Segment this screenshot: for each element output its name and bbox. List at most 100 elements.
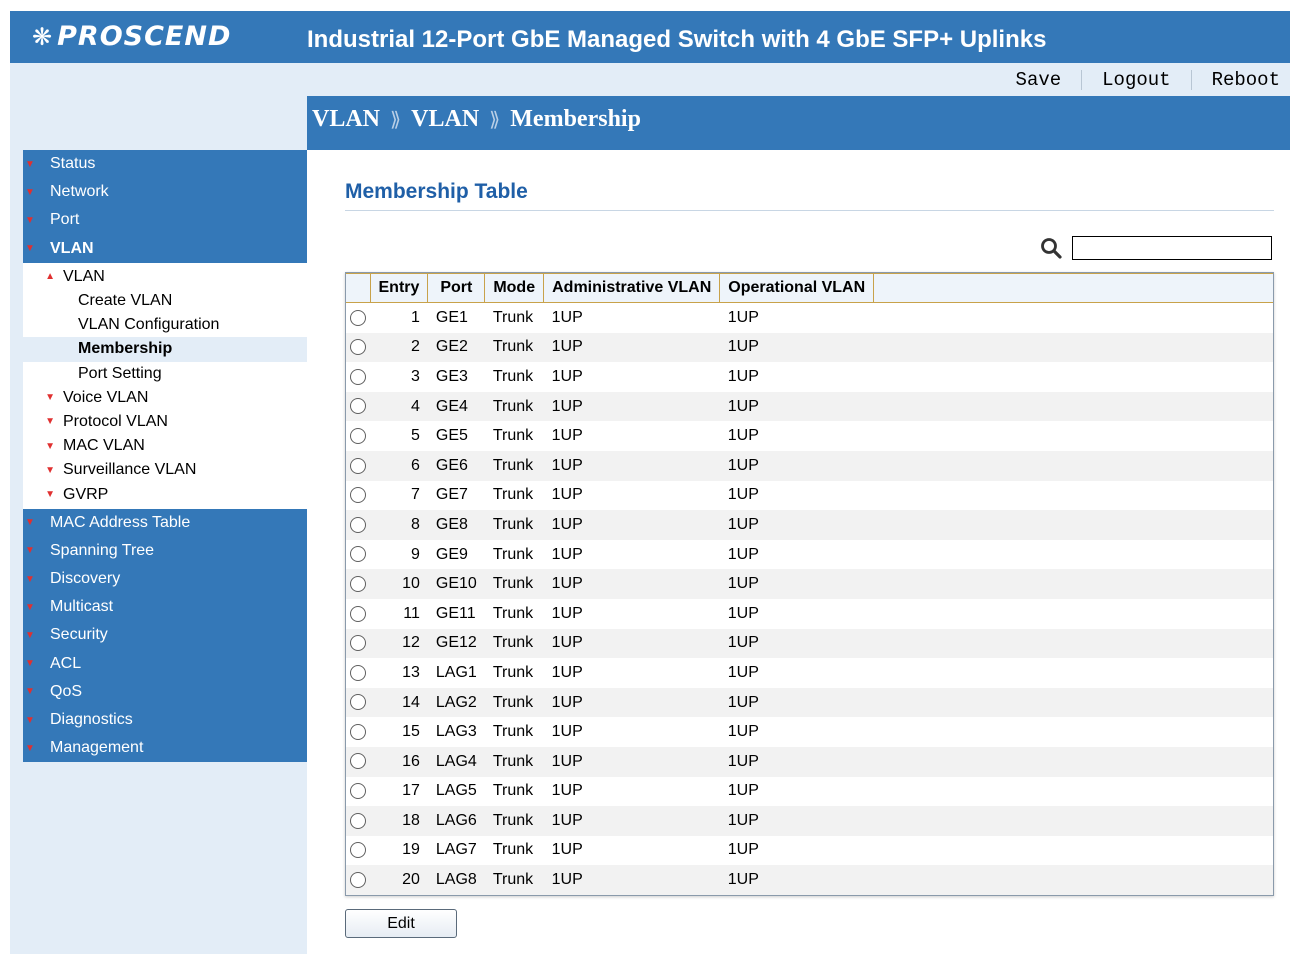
column-header-mode[interactable]: Mode — [484, 273, 545, 303]
table-row[interactable]: 20 LAG8 Trunk 1UP 1UP — [346, 865, 1273, 895]
row-radio-button[interactable] — [350, 546, 366, 563]
row-radio-button[interactable] — [350, 575, 366, 592]
sidebar-subitem-gvrp[interactable]: ▼ GVRP — [23, 482, 307, 506]
table-row[interactable]: 15 LAG3 Trunk 1UP 1UP — [346, 717, 1273, 747]
sidebar: ▼ Status ▼ Network ▼ Port ▼ VLAN ▲ VLAN Creat… — [23, 150, 307, 763]
logout-link[interactable]: Logout — [1102, 69, 1170, 91]
cell-mode: Trunk — [492, 604, 534, 622]
sidebar-leaf-port-setting[interactable]: Port Setting — [23, 362, 307, 386]
row-radio-button[interactable] — [350, 812, 366, 829]
sidebar-subitem-mac-vlan[interactable]: ▼ MAC VLAN — [23, 434, 307, 458]
sidebar-item-label: MAC Address Table — [50, 513, 191, 531]
table-row[interactable]: 4 GE4 Trunk 1UP 1UP — [346, 391, 1273, 422]
table-row[interactable]: 6 GE6 Trunk 1UP 1UP — [346, 450, 1273, 481]
row-select-cell — [346, 865, 370, 895]
table-header-row: Entry Port Mode Administrative VLAN Oper… — [346, 273, 1273, 303]
cell-administrative-vlan: 1UP — [543, 450, 720, 481]
table-row[interactable]: 2 GE2 Trunk 1UP 1UP — [346, 332, 1273, 363]
sidebar-item-multicast[interactable]: ▼ Multicast — [23, 593, 307, 622]
row-radio-button[interactable] — [350, 871, 366, 888]
column-header-operational-vlan[interactable]: Operational VLAN — [719, 273, 875, 303]
row-radio-button[interactable] — [350, 457, 366, 474]
table-row[interactable]: 8 GE8 Trunk 1UP 1UP — [346, 510, 1273, 540]
cell-administrative-vlan: 1UP — [543, 332, 720, 363]
sidebar-subitem-vlan[interactable]: ▲ VLAN — [23, 265, 307, 289]
table-row[interactable]: 11 GE11 Trunk 1UP 1UP — [346, 599, 1273, 629]
sidebar-item-diagnostics[interactable]: ▼ Diagnostics — [23, 705, 307, 735]
row-radio-button[interactable] — [350, 664, 366, 681]
table-row[interactable]: 12 GE12 Trunk 1UP 1UP — [346, 628, 1273, 659]
search-input[interactable] — [1072, 236, 1272, 260]
row-select-cell — [346, 599, 370, 629]
cell-entry: 11 — [403, 604, 420, 622]
sidebar-item-acl[interactable]: ▼ ACL — [23, 649, 307, 678]
table-row[interactable]: 10 GE10 Trunk 1UP 1UP — [346, 569, 1273, 599]
sidebar-subitem-protocol-vlan[interactable]: ▼ Protocol VLAN — [23, 410, 307, 434]
row-radio-button[interactable] — [350, 605, 366, 622]
sidebar-item-label: Diagnostics — [50, 711, 133, 729]
save-link[interactable]: Save — [1016, 69, 1062, 91]
chevron-right-icon: ⟫ — [390, 109, 402, 131]
sidebar-item-spanning-tree[interactable]: ▼ Spanning Tree — [23, 536, 307, 565]
table-row[interactable]: 3 GE3 Trunk 1UP 1UP — [346, 362, 1273, 392]
row-radio-button[interactable] — [350, 339, 366, 356]
sidebar-leaf-create-vlan[interactable]: Create VLAN — [23, 289, 307, 313]
search-icon[interactable] — [1039, 236, 1063, 260]
row-select-cell — [346, 717, 370, 747]
sidebar-item-security[interactable]: ▼ Security — [23, 621, 307, 650]
table-row[interactable]: 17 LAG5 Trunk 1UP 1UP — [346, 777, 1273, 807]
row-radio-button[interactable] — [350, 368, 366, 385]
sidebar-leaf-membership[interactable]: Membership — [23, 337, 307, 362]
table-row[interactable]: 19 LAG7 Trunk 1UP 1UP — [346, 836, 1273, 866]
chevron-down-icon: ▼ — [45, 464, 55, 476]
row-radio-button[interactable] — [350, 427, 366, 444]
row-select-cell — [346, 569, 370, 599]
cell-entry: 17 — [402, 782, 420, 800]
row-select-cell — [346, 303, 370, 333]
sidebar-item-qos[interactable]: ▼ QoS — [23, 677, 307, 706]
edit-button[interactable]: Edit — [345, 909, 457, 938]
row-radio-button[interactable] — [350, 516, 366, 533]
sidebar-subitem-surveillance-vlan[interactable]: ▼ Surveillance VLAN — [23, 458, 307, 482]
breadcrumb-item: VLAN — [312, 106, 381, 132]
page-title: Membership Table — [345, 180, 528, 203]
table-row[interactable]: 13 LAG1 Trunk 1UP 1UP — [346, 658, 1273, 688]
row-radio-button[interactable] — [350, 783, 366, 800]
table-row[interactable]: 16 LAG4 Trunk 1UP 1UP — [346, 746, 1273, 777]
sidebar-item-status[interactable]: ▼ Status — [23, 150, 307, 179]
cell-port: LAG5 — [435, 782, 477, 800]
sidebar-leaf-vlan-configuration[interactable]: VLAN Configuration — [23, 313, 307, 337]
cell-operational-vlan: 1UP — [719, 332, 874, 363]
row-radio-button[interactable] — [350, 694, 366, 711]
table-row[interactable]: 5 GE5 Trunk 1UP 1UP — [346, 421, 1273, 451]
column-header-administrative-vlan[interactable]: Administrative VLAN — [543, 273, 721, 303]
row-radio-button[interactable] — [350, 309, 366, 326]
cell-filler — [873, 450, 1273, 481]
table-row[interactable]: 14 LAG2 Trunk 1UP 1UP — [346, 687, 1273, 718]
sidebar-subitem-voice-vlan[interactable]: ▼ Voice VLAN — [23, 386, 307, 410]
row-select-cell — [346, 687, 370, 718]
sidebar-item-vlan[interactable]: ▼ VLAN — [23, 234, 307, 263]
row-radio-button[interactable] — [350, 842, 366, 859]
row-radio-button[interactable] — [350, 753, 366, 770]
table-row[interactable]: 7 GE7 Trunk 1UP 1UP — [346, 481, 1273, 511]
column-header-port[interactable]: Port — [427, 273, 486, 303]
row-radio-button[interactable] — [350, 723, 366, 740]
table-row[interactable]: 9 GE9 Trunk 1UP 1UP — [346, 540, 1273, 570]
cell-administrative-vlan: 1UP — [543, 865, 720, 895]
row-radio-button[interactable] — [350, 398, 366, 415]
column-header-entry[interactable]: Entry — [370, 273, 429, 303]
sidebar-item-port[interactable]: ▼ Port — [23, 206, 307, 235]
cell-mode: Trunk — [492, 723, 534, 741]
cell-filler — [874, 658, 1273, 688]
row-radio-button[interactable] — [350, 635, 366, 652]
sidebar-item-mac-address-table[interactable]: ▼ MAC Address Table — [23, 508, 307, 537]
sidebar-item-network[interactable]: ▼ Network — [23, 178, 307, 207]
table-row[interactable]: 1 GE1 Trunk 1UP 1UP — [346, 303, 1273, 333]
sidebar-item-management[interactable]: ▼ Management — [23, 734, 307, 763]
table-row[interactable]: 18 LAG6 Trunk 1UP 1UP — [346, 806, 1273, 836]
reboot-link[interactable]: Reboot — [1212, 69, 1280, 91]
cell-administrative-vlan: 1UP — [543, 628, 720, 659]
sidebar-item-discovery[interactable]: ▼ Discovery — [23, 565, 307, 594]
row-radio-button[interactable] — [350, 487, 366, 504]
